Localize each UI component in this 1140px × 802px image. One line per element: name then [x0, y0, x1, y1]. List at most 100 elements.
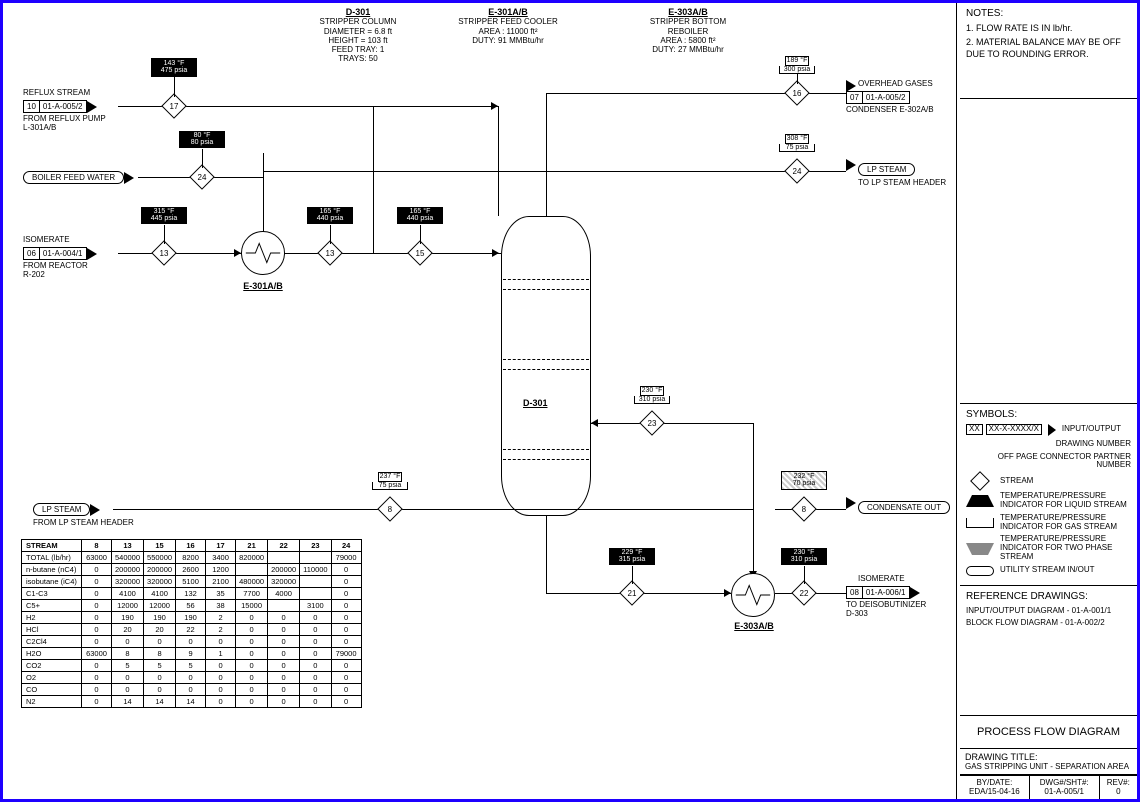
stream-node-13b: 13 [317, 240, 342, 265]
table-header: 23 [300, 540, 331, 552]
condensate-out: CONDENSATE OUT [858, 501, 950, 514]
arrow-icon [910, 587, 920, 599]
table-row: TOTAL (lb/hr)630005400005500008200340082… [22, 552, 362, 564]
sidebar: NOTES: 1. FLOW RATE IS IN lb/hr. 2. MATE… [960, 3, 1137, 799]
table-row: O2000000000 [22, 672, 362, 684]
indicator-13a: 315 °F445 psia [141, 207, 187, 224]
two-phase-indicator-icon [966, 543, 994, 555]
indicator-21: 229 °F315 psia [609, 548, 655, 565]
reflux-sub: FROM REFLUX PUMP L-301A/B [23, 115, 106, 133]
isom-in-ref: 01-A-004/1 [40, 247, 87, 260]
reflux-num: 10 [23, 100, 40, 113]
reflux-ref: 01-A-005/2 [40, 100, 87, 113]
table-header: 21 [236, 540, 268, 552]
e301-tag-below: E-301A/B [233, 281, 293, 291]
drawing-title-box: DRAWING TITLE: GAS STRIPPING UNIT - SEPA… [960, 749, 1137, 775]
liquid-indicator-icon [966, 495, 994, 507]
stream-node-8a: 8 [377, 496, 402, 521]
indicator-24a: 80 °F80 psia [179, 131, 225, 148]
arrow-icon [846, 159, 856, 171]
arrow-icon [90, 504, 100, 516]
column-d301 [501, 216, 591, 516]
symbols-header: SYMBOLS: [966, 409, 1131, 420]
heat-exchanger-e301 [241, 231, 285, 275]
indicator-23: 230 °F310 psia [629, 386, 675, 404]
diamond-icon [970, 471, 990, 491]
material-balance-table: STREAM81315161721222324TOTAL (lb/hr)6300… [21, 539, 362, 708]
pfd-title: PROCESS FLOW DIAGRAM [960, 716, 1137, 749]
indicator-24b: 308 °F75 psia [774, 134, 820, 152]
indicator-13b: 165 °F440 psia [307, 207, 353, 224]
d301-tag: D-301 [303, 7, 413, 17]
arrow-icon [591, 419, 598, 427]
stream-node-13a: 13 [151, 240, 176, 265]
table-header: 22 [268, 540, 300, 552]
arrow-icon [234, 249, 241, 257]
arrow-icon [724, 589, 731, 597]
stream-node-24b: 24 [784, 158, 809, 183]
table-row: CO2055500000 [22, 660, 362, 672]
arrow-icon [87, 101, 97, 113]
e301-tag: E-301A/B [443, 7, 573, 17]
overhead-label: OVERHEAD GASES [858, 80, 933, 89]
isom-in-num: 06 [23, 247, 40, 260]
table-header: 16 [176, 540, 206, 552]
stream-node-16: 16 [784, 80, 809, 105]
table-row: isobutane (iC4)0320000320000510021004800… [22, 576, 362, 588]
e303-tag: E-303A/B [623, 7, 753, 17]
table-row: C2Cl4000000000 [22, 636, 362, 648]
stream-node-21: 21 [619, 580, 644, 605]
table-row: C5+0120001200056381500031000 [22, 600, 362, 612]
table-header: 13 [112, 540, 144, 552]
stream-node-17: 17 [161, 93, 186, 118]
indicator-16: 189 °F300 psia [774, 56, 820, 74]
references-box: REFERENCE DRAWINGS: INPUT/OUTPUT DIAGRAM… [960, 586, 1137, 716]
table-row: HCl020202220000 [22, 624, 362, 636]
isomerate-in-label: ISOMERATE [23, 236, 70, 245]
indicator-8a: 237 °F75 psia [367, 472, 413, 490]
arrow-icon [491, 102, 498, 110]
table-row: C1-C304100410013235770040000 [22, 588, 362, 600]
lp-steam-out: LP STEAM [858, 163, 915, 176]
table-header: 8 [82, 540, 112, 552]
utility-icon [966, 566, 994, 576]
notes-box: NOTES: 1. FLOW RATE IS IN lb/hr. 2. MATE… [960, 3, 1137, 99]
references-header: REFERENCE DRAWINGS: [966, 591, 1131, 602]
diagram-area: D-301 STRIPPER COLUMN DIAMETER = 6.8 ft … [3, 3, 957, 799]
table-row: CO000000000 [22, 684, 362, 696]
arrow-icon [492, 249, 499, 257]
lp-steam-in: LP STEAM [33, 503, 90, 516]
arrow-icon [846, 497, 856, 509]
arrow-icon [124, 172, 134, 184]
table-header: 15 [144, 540, 176, 552]
heat-exchanger-e303 [731, 573, 775, 617]
table-header: 24 [331, 540, 361, 552]
e303-tag-below: E-303A/B [721, 621, 787, 631]
table-row: H2O63000889100079000 [22, 648, 362, 660]
stream-node-24: 24 [189, 164, 214, 189]
table-row: H2019019019020000 [22, 612, 362, 624]
gas-indicator-icon [966, 518, 994, 528]
table-header: 17 [206, 540, 236, 552]
arrow-icon [1048, 424, 1056, 436]
notes-header: NOTES: [966, 8, 1131, 19]
footer-row: BY/DATE:EDA/15-04-16 DWG#/SHT#:01-A-005/… [960, 775, 1137, 799]
drawing-sheet: D-301 STRIPPER COLUMN DIAMETER = 6.8 ft … [0, 0, 1140, 802]
isom-out-label: ISOMERATE [858, 575, 905, 584]
indicator-8b: 232 °F70 psia [781, 471, 827, 490]
bfw-label: BOILER FEED WATER [23, 171, 124, 184]
d301-label-in-column: D-301 [523, 398, 548, 408]
stream-node-22: 22 [791, 580, 816, 605]
spacer [960, 99, 1137, 403]
equip-d301-header: D-301 STRIPPER COLUMN DIAMETER = 6.8 ft … [303, 7, 413, 63]
table-header: STREAM [22, 540, 82, 552]
equip-e301-header: E-301A/B STRIPPER FEED COOLER AREA : 110… [443, 7, 573, 45]
arrow-icon [87, 248, 97, 260]
symbols-box: SYMBOLS: XX XX-X-XXXX/X INPUT/OUTPUT DRA… [960, 403, 1137, 586]
stream-node-15: 15 [407, 240, 432, 265]
stream-node-8b: 8 [791, 496, 816, 521]
equip-e303-header: E-303A/B STRIPPER BOTTOM REBOILER AREA :… [623, 7, 753, 54]
table-row: n-butane (nC4)02000002000002600120020000… [22, 564, 362, 576]
table-row: N2014141400000 [22, 696, 362, 708]
stream-node-23: 23 [639, 410, 664, 435]
